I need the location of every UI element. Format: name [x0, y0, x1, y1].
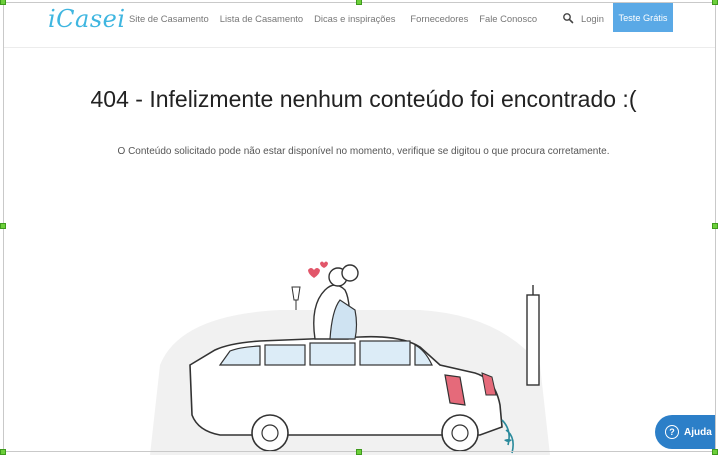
- resize-handle-middle-left[interactable]: [0, 223, 6, 229]
- resize-handle-top-right[interactable]: [712, 0, 718, 5]
- page-title: 404 - Infelizmente nenhum conteúdo foi e…: [90, 86, 637, 112]
- nav-item-fale-conosco[interactable]: Fale Conosco: [479, 13, 537, 24]
- resize-handle-bottom-left[interactable]: [0, 449, 6, 455]
- icasei-logo[interactable]: iCasei: [48, 5, 126, 33]
- resize-handle-bottom-center[interactable]: [356, 449, 362, 455]
- main-nav: Site de Casamento Lista de Casamento Dic…: [129, 13, 537, 24]
- resize-handle-middle-right[interactable]: [712, 223, 718, 229]
- nav-item-dicas-e-inspiracoes[interactable]: Dicas e inspirações: [314, 13, 395, 24]
- help-question-icon: ?: [665, 425, 679, 439]
- login-link[interactable]: Login: [581, 13, 604, 24]
- site-header: iCasei Site de Casamento Lista de Casame…: [4, 3, 715, 48]
- page-subtitle: O Conteúdo solicitado pode não estar dis…: [117, 146, 610, 157]
- wedding-limo-illustration: [150, 261, 550, 455]
- nav-item-lista-de-casamento[interactable]: Lista de Casamento: [220, 13, 303, 24]
- help-label: Ajuda: [684, 426, 712, 438]
- search-icon[interactable]: [562, 12, 574, 24]
- resize-handle-bottom-right[interactable]: [712, 449, 718, 455]
- nav-item-site-de-casamento[interactable]: Site de Casamento: [129, 13, 209, 24]
- teste-gratis-button[interactable]: Teste Grátis: [613, 3, 673, 32]
- resize-handle-top-center[interactable]: [356, 0, 362, 5]
- nav-item-fornecedores[interactable]: Fornecedores: [410, 13, 468, 24]
- ajuda-help-button[interactable]: ? Ajuda: [655, 415, 716, 449]
- resize-handle-top-left[interactable]: [0, 0, 6, 5]
